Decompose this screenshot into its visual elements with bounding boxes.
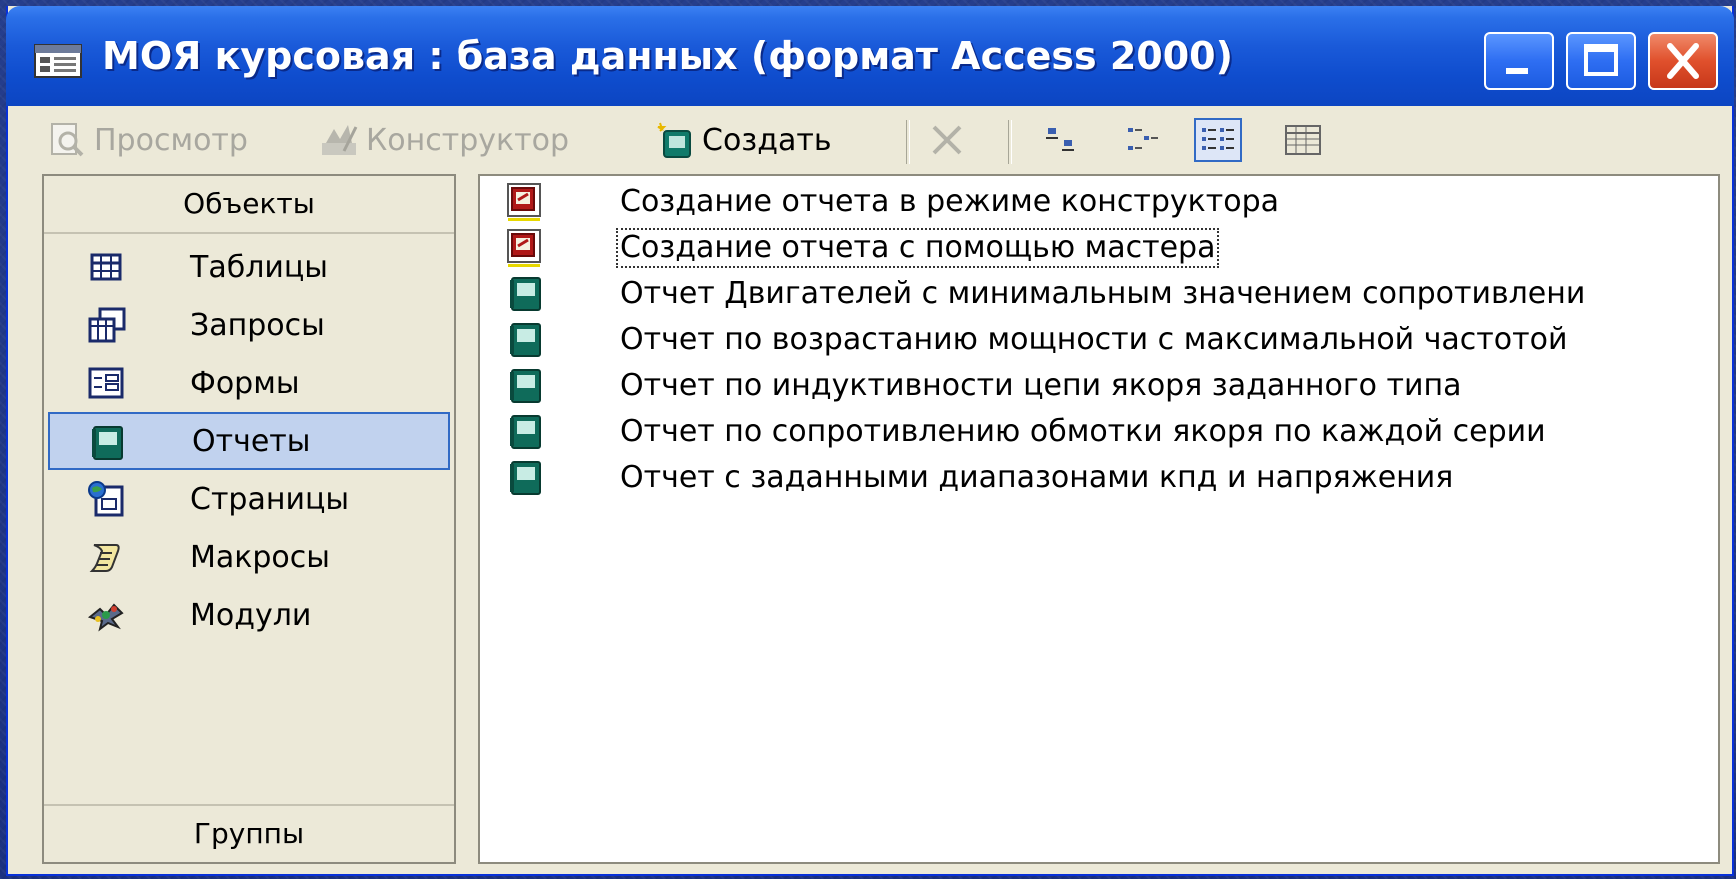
design-button[interactable]: Конструктор: [320, 118, 569, 162]
delete-button[interactable]: [928, 118, 974, 162]
groups-header[interactable]: Группы: [44, 804, 454, 862]
create-new-icon: [656, 121, 694, 159]
list-item[interactable]: Создание отчета с помощью мастера: [500, 226, 1718, 272]
list-view-button[interactable]: [1194, 118, 1242, 162]
minimize-icon: [1506, 68, 1528, 74]
preview-button[interactable]: Просмотр: [48, 118, 248, 162]
title-bar[interactable]: МОЯ курсовая : база данных (формат Acces…: [6, 6, 1734, 106]
list-item-label: Создание отчета в режиме конструктора: [620, 184, 1279, 219]
database-toolbar: Просмотр Конструктор Создать: [8, 106, 1732, 176]
preview-icon: [48, 121, 86, 159]
details-view-button[interactable]: [1280, 118, 1328, 162]
object-label: Страницы: [190, 481, 350, 517]
minimize-button[interactable]: [1484, 32, 1554, 90]
list-item-label: Отчет с заданными диапазонами кпд и напр…: [620, 460, 1454, 495]
window-title: МОЯ курсовая : база данных (формат Acces…: [102, 34, 1233, 78]
small-icons-view-icon: [1128, 128, 1158, 150]
list-item[interactable]: Отчет Двигателей с минимальным значением…: [500, 272, 1718, 318]
report-icon: [506, 320, 546, 360]
toolbar-separator: [906, 120, 910, 164]
toolbar-separator: [1008, 120, 1012, 164]
report-icon: [506, 458, 546, 498]
objects-bar: Объекты Таблицы Запросы Формы Отчеты Стр…: [42, 174, 456, 864]
list-item[interactable]: Отчет по сопротивлению обмотки якоря по …: [500, 410, 1718, 456]
macros-icon: [86, 537, 126, 577]
report-icon: [506, 274, 546, 314]
object-item-modules[interactable]: Модули: [48, 586, 450, 644]
object-item-queries[interactable]: Запросы: [48, 296, 450, 354]
list-item[interactable]: Отчет по возрастанию мощности с максимал…: [500, 318, 1718, 364]
object-label: Макросы: [190, 539, 330, 575]
close-button[interactable]: [1648, 32, 1718, 90]
create-button[interactable]: Создать: [656, 118, 832, 162]
list-item[interactable]: Создание отчета в режиме конструктора: [500, 180, 1718, 226]
reports-icon: [88, 423, 128, 463]
delete-icon: [928, 121, 966, 159]
database-window-icon: [34, 44, 82, 82]
report-icon: [506, 366, 546, 406]
list-item-label: Создание отчета с помощью мастера: [615, 228, 1220, 268]
report-icon: [506, 412, 546, 452]
list-item-label: Отчет по индуктивности цепи якоря заданн…: [620, 368, 1462, 403]
design-icon: [320, 121, 358, 159]
database-window: МОЯ курсовая : база данных (формат Acces…: [6, 6, 1734, 876]
list-item[interactable]: Отчет с заданными диапазонами кпд и напр…: [500, 456, 1718, 502]
list-item-label: Отчет Двигателей с минимальным значением…: [620, 276, 1586, 311]
object-item-tables[interactable]: Таблицы: [48, 238, 450, 296]
create-shortcut-icon: [506, 182, 546, 222]
large-icons-view-button[interactable]: [1036, 118, 1084, 162]
list-item-label: Отчет по сопротивлению обмотки якоря по …: [620, 414, 1546, 449]
small-icons-view-button[interactable]: [1120, 118, 1168, 162]
object-label: Таблицы: [190, 249, 328, 285]
modules-icon: [86, 595, 126, 635]
tables-icon: [86, 247, 126, 287]
object-label: Модули: [190, 597, 312, 633]
reports-list: Создание отчета в режиме конструктора Со…: [478, 174, 1720, 864]
object-item-pages[interactable]: Страницы: [48, 470, 450, 528]
object-label: Формы: [190, 365, 300, 401]
large-icons-view-icon: [1046, 128, 1074, 151]
forms-icon: [86, 363, 126, 403]
list-item[interactable]: Отчет по индуктивности цепи якоря заданн…: [500, 364, 1718, 410]
maximize-button[interactable]: [1566, 32, 1636, 90]
queries-icon: [86, 305, 126, 345]
pages-icon: [86, 479, 126, 519]
object-item-macros[interactable]: Макросы: [48, 528, 450, 586]
list-item-label: Отчет по возрастанию мощности с максимал…: [620, 322, 1568, 357]
close-icon: [1667, 43, 1699, 79]
object-item-forms[interactable]: Формы: [48, 354, 450, 412]
list-view-icon: [1202, 128, 1234, 150]
object-label: Отчеты: [192, 423, 311, 459]
create-shortcut-icon: [506, 228, 546, 268]
object-item-reports[interactable]: Отчеты: [48, 412, 450, 470]
details-view-icon: [1285, 125, 1321, 155]
objects-header[interactable]: Объекты: [44, 176, 454, 234]
object-label: Запросы: [190, 307, 325, 343]
